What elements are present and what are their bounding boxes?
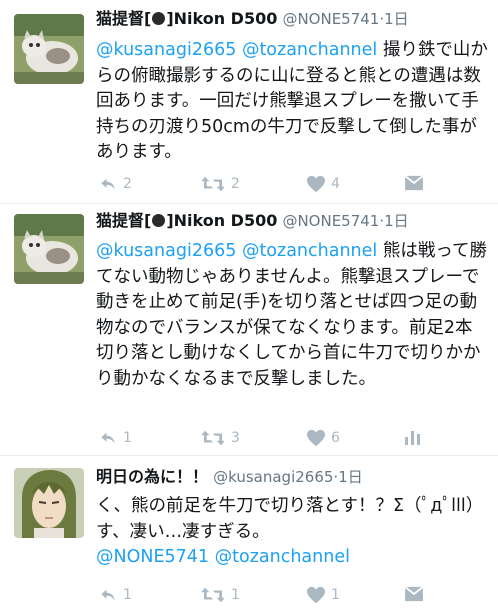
reply-icon bbox=[98, 586, 118, 604]
tweet-header: 明日の為に！！ @kusanagi2665·1日 bbox=[96, 467, 363, 486]
reply-count: 2 bbox=[123, 176, 132, 192]
tweet-text: @kusanagi2665 @tozanchannel 熊は戦って勝てない動物じ… bbox=[96, 241, 487, 389]
display-name[interactable]: 猫提督[]Nikon D500 bbox=[96, 211, 277, 230]
display-name[interactable]: 明日の為に！！ bbox=[96, 467, 208, 486]
tweet[interactable]: 猫提督[]Nikon D500 @NONE5741·1日 @kusanagi26… bbox=[0, 0, 498, 204]
reply-button[interactable]: 2 bbox=[98, 175, 132, 193]
analytics-button[interactable] bbox=[404, 429, 427, 445]
tweet[interactable]: 明日の為に！！ @kusanagi2665·1日 く、熊の前足を牛刀で切り落とす… bbox=[0, 456, 498, 616]
retweet-count: 3 bbox=[231, 430, 240, 446]
avatar[interactable] bbox=[14, 468, 84, 538]
reply-count: 1 bbox=[123, 587, 132, 603]
heart-icon bbox=[306, 586, 326, 604]
reply-icon bbox=[98, 175, 118, 193]
user-handle[interactable]: @NONE5741 bbox=[282, 10, 379, 28]
tweet-actions: 1 1 1 bbox=[96, 586, 498, 610]
heart-icon bbox=[306, 429, 326, 447]
like-button[interactable]: 6 bbox=[306, 429, 340, 447]
message-button[interactable] bbox=[404, 586, 429, 602]
like-count: 6 bbox=[331, 430, 340, 446]
tweet-text: く、熊の前足を牛刀で切り落とす！？Σ（ﾟдﾟlll）す、凄い…凄すぎる。 @NO… bbox=[96, 496, 484, 567]
retweet-button[interactable]: 3 bbox=[200, 429, 240, 447]
retweet-count: 2 bbox=[231, 176, 240, 192]
like-button[interactable]: 1 bbox=[306, 586, 340, 604]
analytics-icon bbox=[405, 431, 420, 445]
mention-link[interactable]: @kusanagi2665 bbox=[96, 241, 236, 261]
mention-link[interactable]: @tozanchannel bbox=[215, 547, 350, 567]
retweet-button[interactable]: 2 bbox=[200, 175, 240, 193]
timestamp[interactable]: 1日 bbox=[338, 468, 363, 486]
message-button[interactable] bbox=[404, 175, 429, 191]
tweet[interactable]: 猫提督[]Nikon D500 @NONE5741·1日 @kusanagi26… bbox=[0, 204, 498, 456]
anime-character-avatar-icon bbox=[14, 468, 84, 538]
user-handle[interactable]: @NONE5741 bbox=[282, 212, 379, 230]
tweet-header: 猫提督[]Nikon D500 @NONE5741·1日 bbox=[96, 211, 409, 230]
retweet-icon bbox=[200, 175, 226, 193]
tweet-text: @kusanagi2665 @tozanchannel 撮り鉄で山からの俯瞰撮影… bbox=[96, 40, 488, 162]
retweet-icon bbox=[200, 429, 226, 447]
retweet-button[interactable]: 1 bbox=[200, 586, 240, 604]
black-circle-icon bbox=[152, 214, 166, 227]
black-circle-icon bbox=[152, 12, 166, 25]
tweet-actions: 1 3 6 bbox=[96, 429, 498, 453]
retweet-count: 1 bbox=[231, 587, 240, 603]
avatar[interactable] bbox=[14, 214, 84, 284]
retweet-icon bbox=[200, 586, 226, 604]
tweet-header: 猫提督[]Nikon D500 @NONE5741·1日 bbox=[96, 9, 409, 28]
tweet-actions: 2 2 4 bbox=[96, 175, 498, 199]
reply-count: 1 bbox=[123, 430, 132, 446]
mention-link[interactable]: @tozanchannel bbox=[242, 40, 377, 60]
reply-icon bbox=[98, 429, 118, 447]
display-name[interactable]: 猫提督[]Nikon D500 bbox=[96, 9, 277, 28]
cat-avatar-icon bbox=[14, 214, 84, 284]
reply-button[interactable]: 1 bbox=[98, 586, 132, 604]
message-icon bbox=[404, 586, 424, 602]
mention-link[interactable]: @tozanchannel bbox=[242, 241, 377, 261]
timestamp[interactable]: 1日 bbox=[384, 212, 409, 230]
mention-link[interactable]: @NONE5741 bbox=[96, 547, 209, 567]
cat-avatar-icon bbox=[14, 14, 84, 84]
avatar[interactable] bbox=[14, 14, 84, 84]
message-icon bbox=[404, 175, 424, 191]
reply-button[interactable]: 1 bbox=[98, 429, 132, 447]
like-count: 1 bbox=[331, 587, 340, 603]
user-handle[interactable]: @kusanagi2665 bbox=[213, 468, 333, 486]
like-count: 4 bbox=[331, 176, 340, 192]
like-button[interactable]: 4 bbox=[306, 175, 340, 193]
heart-icon bbox=[306, 175, 326, 193]
mention-link[interactable]: @kusanagi2665 bbox=[96, 40, 236, 60]
timestamp[interactable]: 1日 bbox=[384, 10, 409, 28]
